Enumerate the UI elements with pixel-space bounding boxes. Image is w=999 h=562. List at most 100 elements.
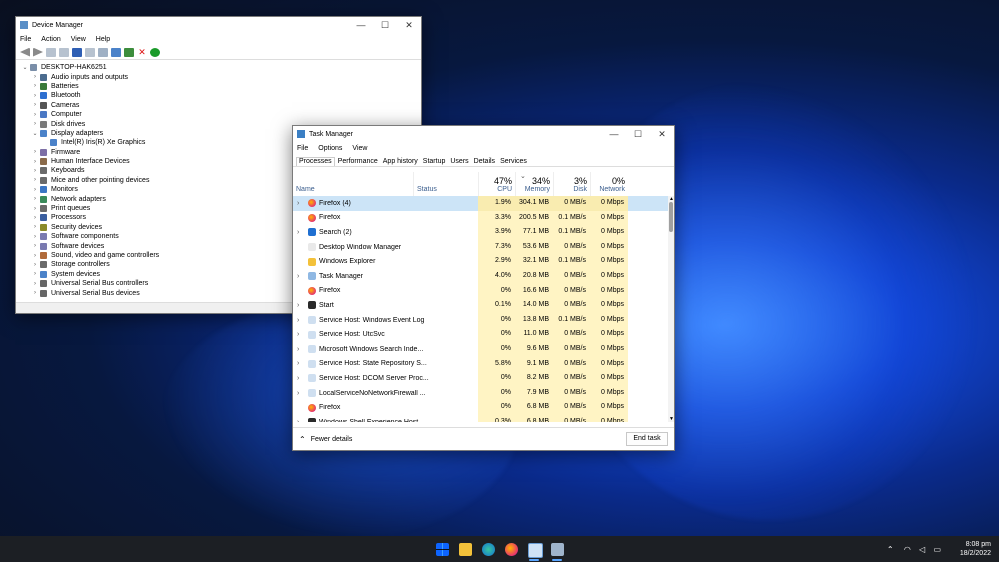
column-status[interactable]: Status <box>413 172 479 196</box>
expand-chevron-icon[interactable]: › <box>297 273 299 280</box>
collapsed-chevron-icon[interactable]: › <box>30 74 40 80</box>
minimize-button[interactable]: — <box>349 20 373 30</box>
clock[interactable]: 8:08 pm 18/2/2022 <box>960 540 991 558</box>
expand-chevron-icon[interactable]: › <box>297 346 299 353</box>
menu-file[interactable]: File <box>20 36 31 43</box>
process-row[interactable]: ›Service Host: Windows Event Log0%13.8 M… <box>293 313 668 328</box>
process-row[interactable]: ›Firefox (4)1.9%304.1 MB0 MB/s0 Mbps <box>293 196 668 211</box>
device-manager-icon[interactable] <box>551 543 564 556</box>
fewer-details-button[interactable]: ⌃ Fewer details <box>299 435 352 444</box>
tree-item[interactable]: ›Audio inputs and outputs <box>20 72 421 81</box>
process-row[interactable]: ›Service Host: UtcSvc0%11.0 MB0 MB/s0 Mb… <box>293 327 668 342</box>
collapsed-chevron-icon[interactable]: › <box>30 187 40 193</box>
expand-chevron-icon[interactable]: › <box>297 375 299 382</box>
collapsed-chevron-icon[interactable]: › <box>30 234 40 240</box>
expand-chevron-icon[interactable]: › <box>297 302 299 309</box>
menu-action[interactable]: Action <box>41 36 60 43</box>
column-memory[interactable]: ⌄ 34% Memory <box>515 172 554 196</box>
close-button[interactable]: ✕ <box>650 129 674 140</box>
scroll-down-icon[interactable]: ▼ <box>669 416 674 422</box>
menu-view[interactable]: View <box>352 145 367 152</box>
view-icon[interactable] <box>59 48 69 57</box>
minimize-button[interactable]: — <box>602 129 626 139</box>
process-row[interactable]: ›Service Host: DCOM Server Proc...0%8.2 … <box>293 371 668 386</box>
vertical-scrollbar[interactable]: ▲ ▼ <box>668 196 674 422</box>
volume-icon[interactable]: ◁ <box>919 545 925 554</box>
collapsed-chevron-icon[interactable]: › <box>30 121 40 127</box>
process-row[interactable]: ›Windows Shell Experience Host0.3%6.8 MB… <box>293 415 668 422</box>
collapsed-chevron-icon[interactable]: › <box>30 215 40 221</box>
collapsed-chevron-icon[interactable]: › <box>30 281 40 287</box>
task-manager-icon[interactable] <box>528 543 543 558</box>
tree-item[interactable]: ⌄DESKTOP-HAK6251 <box>20 63 421 72</box>
column-network[interactable]: 0% Network <box>590 172 629 196</box>
collapsed-chevron-icon[interactable]: › <box>30 112 40 118</box>
enable-device-icon[interactable] <box>150 48 160 57</box>
process-row[interactable]: Firefox0%6.8 MB0 MB/s0 Mbps <box>293 400 668 415</box>
process-row[interactable]: Desktop Window Manager7.3%53.6 MB0 MB/s0… <box>293 240 668 255</box>
column-cpu[interactable]: 47% CPU <box>478 172 516 196</box>
collapsed-chevron-icon[interactable]: › <box>30 253 40 259</box>
collapsed-chevron-icon[interactable]: › <box>30 271 40 277</box>
expand-chevron-icon[interactable]: › <box>297 419 299 422</box>
process-row[interactable]: Windows Explorer2.9%32.1 MB0.1 MB/s0 Mbp… <box>293 254 668 269</box>
file-explorer-icon[interactable] <box>459 543 472 556</box>
tab-processes[interactable]: Processes <box>296 157 335 166</box>
collapsed-chevron-icon[interactable]: › <box>30 290 40 296</box>
process-row[interactable]: ›Task Manager4.0%20.8 MB0 MB/s0 Mbps <box>293 269 668 284</box>
edge-icon[interactable] <box>482 543 495 556</box>
column-disk[interactable]: 3% Disk <box>553 172 591 196</box>
list-icon[interactable] <box>85 48 95 57</box>
properties-icon[interactable] <box>46 48 56 57</box>
monitor-icon[interactable] <box>111 48 121 57</box>
firefox-icon[interactable] <box>505 543 518 556</box>
collapsed-chevron-icon[interactable]: › <box>30 149 40 155</box>
collapsed-chevron-icon[interactable]: › <box>30 83 40 89</box>
update-driver-icon[interactable] <box>124 48 134 57</box>
process-row[interactable]: Firefox3.3%200.5 MB0.1 MB/s0 Mbps <box>293 211 668 226</box>
forward-icon[interactable] <box>33 48 43 57</box>
wifi-icon[interactable]: ◠ <box>904 545 911 554</box>
expand-chevron-icon[interactable]: › <box>297 331 299 338</box>
task-manager-titlebar[interactable]: Task Manager — ☐ ✕ <box>293 126 674 142</box>
menu-help[interactable]: Help <box>96 36 110 43</box>
process-row[interactable]: ›Start0.1%14.0 MB0 MB/s0 Mbps <box>293 298 668 313</box>
tree-item[interactable]: ›Computer <box>20 110 421 119</box>
collapsed-chevron-icon[interactable]: › <box>30 93 40 99</box>
tab-app-history[interactable]: App history <box>381 158 420 166</box>
collapsed-chevron-icon[interactable]: › <box>30 168 40 174</box>
expanded-chevron-icon[interactable]: ⌄ <box>30 130 40 137</box>
chevron-up-icon[interactable]: ⌃ <box>887 545 894 554</box>
collapsed-chevron-icon[interactable]: › <box>30 102 40 108</box>
tab-users[interactable]: Users <box>448 158 470 166</box>
expand-chevron-icon[interactable]: › <box>297 200 299 207</box>
tab-details[interactable]: Details <box>472 158 497 166</box>
collapsed-chevron-icon[interactable]: › <box>30 196 40 202</box>
back-icon[interactable] <box>20 48 30 57</box>
end-task-button[interactable]: End task <box>626 432 668 446</box>
collapsed-chevron-icon[interactable]: › <box>30 177 40 183</box>
device-manager-titlebar[interactable]: Device Manager — ☐ ✕ <box>16 17 421 33</box>
menu-view[interactable]: View <box>71 36 86 43</box>
tab-services[interactable]: Services <box>498 158 529 166</box>
tab-startup[interactable]: Startup <box>421 158 448 166</box>
menu-file[interactable]: File <box>297 145 308 152</box>
tree-item[interactable]: ›Batteries <box>20 82 421 91</box>
help-icon[interactable] <box>72 48 82 57</box>
collapsed-chevron-icon[interactable]: › <box>30 243 40 249</box>
tab-performance[interactable]: Performance <box>336 158 380 166</box>
maximize-button[interactable]: ☐ <box>373 20 397 31</box>
start-icon[interactable] <box>436 543 449 556</box>
process-row[interactable]: Firefox0%16.6 MB0 MB/s0 Mbps <box>293 284 668 299</box>
tree-item[interactable]: ›Cameras <box>20 101 421 110</box>
expanded-chevron-icon[interactable]: ⌄ <box>20 64 30 71</box>
process-row[interactable]: ›LocalServiceNoNetworkFirewall ...0%7.9 … <box>293 386 668 401</box>
process-row[interactable]: ›Service Host: State Repository S...5.8%… <box>293 357 668 372</box>
menu-options[interactable]: Options <box>318 145 342 152</box>
process-row[interactable]: ›Microsoft Windows Search Inde...0%9.6 M… <box>293 342 668 357</box>
collapsed-chevron-icon[interactable]: › <box>30 206 40 212</box>
uninstall-icon[interactable]: ✕ <box>137 48 147 57</box>
expand-chevron-icon[interactable]: › <box>297 390 299 397</box>
column-name[interactable]: Name <box>293 172 413 196</box>
task-manager-window[interactable]: Task Manager — ☐ ✕ File Options View Pro… <box>292 125 675 451</box>
